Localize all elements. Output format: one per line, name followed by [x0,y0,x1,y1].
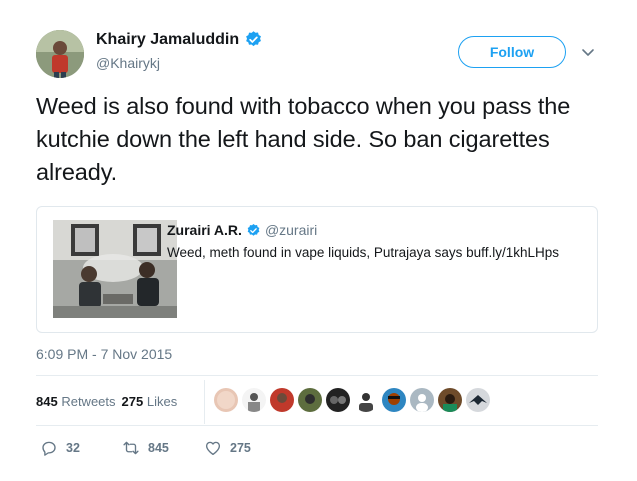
like-count: 275 [230,441,251,455]
author-avatar[interactable] [36,30,84,78]
reply-count: 32 [66,441,80,455]
retweet-count: 845 [148,441,169,455]
divider [36,425,598,426]
heart-icon[interactable] [204,439,222,457]
reply-action[interactable]: 32 [40,439,122,457]
tweet-actions: 32 845 275 [40,439,286,457]
tweet-card: Khairy Jamaluddin @Khairykj Follow Weed … [0,0,637,481]
chevron-down-icon[interactable] [580,44,596,60]
retweet-icon[interactable] [122,439,140,457]
likes-stat-count: 275 [121,394,144,409]
author-name[interactable]: Khairy Jamaluddin [96,31,239,49]
likes-stat[interactable]: 275 Likes [122,394,178,409]
author-handle[interactable]: @Khairykj [96,55,160,71]
liker-avatar[interactable] [270,388,294,412]
reply-icon[interactable] [40,439,58,457]
liker-avatar[interactable] [438,388,462,412]
author-name-row[interactable]: Khairy Jamaluddin [96,30,263,49]
liker-avatar[interactable] [410,388,434,412]
tweet-text: Weed is also found with tobacco when you… [36,93,571,185]
retweets-stat-label: Retweets [61,394,116,409]
verified-badge-icon [247,223,260,236]
liker-avatar[interactable] [326,388,350,412]
like-action[interactable]: 275 [204,439,286,457]
liker-avatar[interactable] [242,388,266,412]
quoted-tweet-header: Zurairi A.R. @zurairi [167,222,317,238]
liker-avatar[interactable] [354,388,378,412]
liker-avatar[interactable] [298,388,322,412]
quoted-tweet-text: Weed, meth found in vape liquids, Putraj… [167,245,559,260]
divider [204,380,205,424]
divider [36,375,598,376]
retweet-action[interactable]: 845 [122,439,204,457]
quoted-author-name: Zurairi A.R. [167,222,242,238]
liker-avatar[interactable] [214,388,238,412]
liker-avatar[interactable] [382,388,406,412]
likes-stat-label: Likes [146,394,178,409]
quoted-tweet[interactable]: Zurairi A.R. @zurairi Weed, meth found i… [36,206,598,333]
liker-avatars [214,388,490,412]
liker-avatar[interactable] [466,388,490,412]
verified-badge-icon [246,31,262,47]
quoted-tweet-image [53,220,177,318]
quoted-author-handle: @zurairi [264,222,318,238]
tweet-timestamp[interactable]: 6:09 PM - 7 Nov 2015 [36,346,172,362]
follow-button[interactable]: Follow [458,36,566,68]
tweet-stats: 845 Retweets 275 Likes [36,394,177,409]
retweets-stat-count: 845 [36,394,58,409]
retweets-stat[interactable]: 845 Retweets [36,394,116,409]
